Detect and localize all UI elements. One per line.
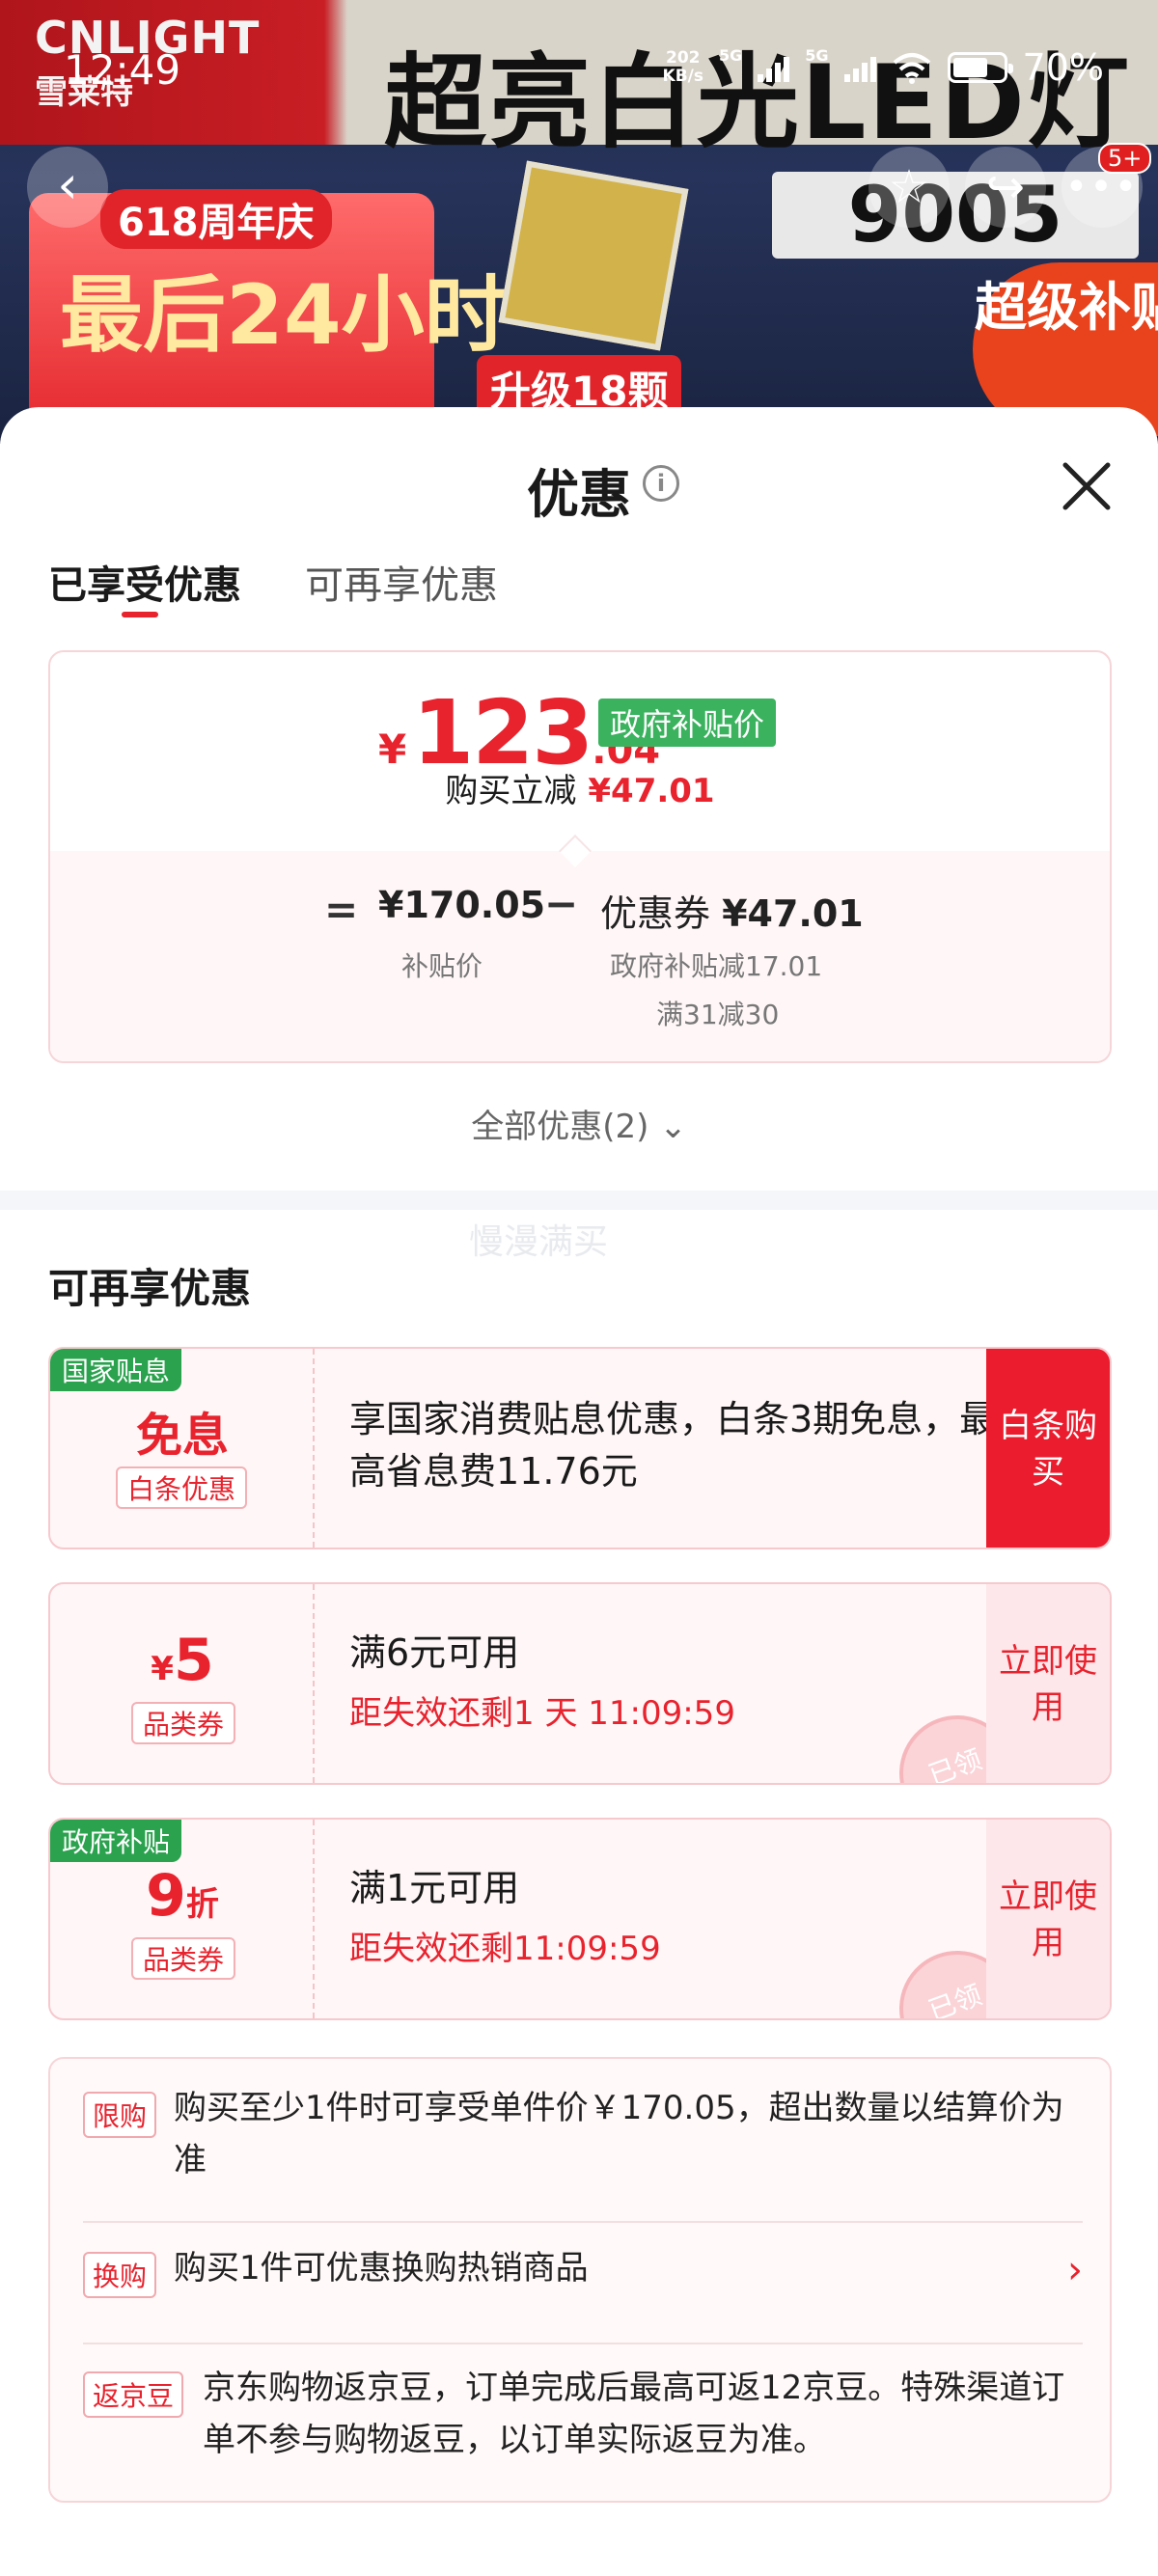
battery-icon (947, 52, 1013, 83)
coupon-currency: ¥ (151, 1650, 174, 1688)
instant-discount-amount: ¥47.01 (588, 772, 715, 810)
gov-subsidy-price-tag: 政府补贴价 (598, 699, 777, 747)
sheet-title: 优惠 (527, 464, 631, 525)
battery-percent: 70% (1022, 46, 1104, 89)
tab-available[interactable]: 可再享优惠 (305, 554, 498, 610)
net-speed-unit: KB/s (662, 67, 703, 86)
close-icon[interactable] (1054, 453, 1119, 519)
status-bar: 12:49 202 KB/s 5G 5G 70% (0, 0, 1158, 135)
coupon-type: 品类券 (131, 1937, 236, 1980)
signal-icon (758, 53, 790, 82)
status-time: 12:49 (64, 46, 181, 94)
tab-enjoyed[interactable]: 已享受优惠 (48, 554, 241, 610)
divider (83, 2221, 1083, 2223)
coupon-type: 品类券 (131, 1702, 236, 1744)
all-deals-toggle[interactable]: 全部优惠(2) ⌄ (0, 1100, 1158, 1147)
subsidy-base-price: ¥170.05 (378, 884, 546, 926)
notification-badge: 5+ (1098, 143, 1152, 174)
coupon-description: 满1元可用 (349, 1867, 520, 1909)
use-now-button[interactable]: 立即使用 (986, 1584, 1110, 1783)
chevron-down-icon: ⌄ (659, 1108, 687, 1146)
battery-fill (952, 58, 987, 77)
back-icon[interactable]: ‹ (27, 147, 108, 228)
info-text: 购买至少1件时可享受单件价￥170.05，超出数量以结算价为准 (174, 2089, 1064, 2179)
coupon-deduction-label: 优惠券 (600, 892, 711, 935)
coupon-corner-tag: 政府补贴 (50, 1820, 182, 1862)
watermark-text: 慢漫满买 (469, 1222, 609, 1262)
coupon-corner-tag: 国家贴息 (50, 1349, 182, 1391)
coupon-category-5: ¥5 品类券 满6元可用 距失效还剩1 天 11:09:59 已领 立即使用 (48, 1582, 1112, 1785)
coupon-discount: 9 (146, 1862, 186, 1930)
info-icon[interactable]: i (643, 465, 679, 502)
baitiao-buy-button[interactable]: 白条购买 (986, 1349, 1110, 1548)
info-tag: 返京豆 (83, 2371, 184, 2418)
price-formula-area (50, 851, 1110, 1061)
info-tag: 换购 (83, 2252, 157, 2298)
favorite-star-icon[interactable]: ☆ (868, 147, 950, 228)
coupon-description: 满6元可用 (349, 1631, 520, 1674)
signal-type-label: 5G (719, 46, 743, 65)
share-icon[interactable]: ↪ (965, 147, 1046, 228)
net-speed: 202 KB/s (663, 49, 703, 86)
signal-type-label-2: 5G (805, 46, 829, 65)
coupon-countdown: 距失效还剩1 天 11:09:59 (349, 1694, 735, 1733)
use-now-button[interactable]: 立即使用 (986, 1820, 1110, 2018)
coupon-left: 国家贴息 免息 白条优惠 (50, 1349, 315, 1548)
price-breakdown-card: ¥ 123 .04 政府补贴价 购买立减 ¥47.01 = ¥170.05 − 优… (48, 650, 1112, 1063)
info-row-exchange[interactable]: 换购 购买1件可优惠换购热销商品 › (83, 2248, 1083, 2306)
coupon-amount: 5 (173, 1627, 214, 1694)
instant-discount: 购买立减 ¥47.01 (50, 764, 1110, 811)
chevron-right-icon[interactable]: › (1067, 2248, 1083, 2292)
minus-sign: − (544, 880, 579, 927)
base-price-label: 补贴价 (401, 950, 483, 982)
coupon-interest-free: 国家贴息 免息 白条优惠 享国家消费贴息优惠，白条3期免息，最高省息费11.76… (48, 1347, 1112, 1549)
promo-main: 最后24小时 (60, 267, 508, 364)
section-title: 可再享优惠 (48, 1265, 252, 1312)
coupon-type: 白条优惠 (116, 1466, 248, 1509)
coupon-deduction-amount: ¥47.01 (722, 892, 864, 935)
coupon-value: 免息 (135, 1409, 229, 1463)
coupon-countdown: 距失效还剩11:09:59 (349, 1930, 661, 1968)
wifi-icon (893, 53, 930, 84)
tab-indicator (122, 612, 158, 617)
coupon-deduction: 优惠券 ¥47.01 (600, 884, 864, 937)
info-row-limit: 限购 购买至少1件时可享受单件价￥170.05，超出数量以结算价为准 (83, 2088, 1083, 2194)
gov-subsidy-detail: 政府补贴减17.01 (610, 950, 823, 982)
coupon-discount-unit: 折 (185, 1885, 219, 1924)
info-tag: 限购 (83, 2092, 157, 2138)
signal-icon-2 (843, 53, 876, 82)
info-row-jingdou: 返京豆 京东购物返京豆，订单完成后最高可返12京豆。特殊渠道订单不参与购物返豆，… (83, 2368, 1083, 2483)
coupon-description: 享国家消费贴息优惠，白条3期免息，最高省息费11.76元 (349, 1398, 997, 1493)
threshold-coupon-detail: 满31减30 (656, 999, 780, 1030)
instant-discount-label: 购买立减 (445, 772, 577, 810)
promo-tag: 618周年庆 (100, 189, 332, 249)
discount-sheet: 优惠 i 已享受优惠 可再享优惠 ¥ 123 .04 政府补贴价 购买立减 ¥47… (0, 407, 1158, 2576)
coupon-left: 政府补贴 9折 品类券 (50, 1820, 315, 2018)
all-deals-label: 全部优惠(2) (471, 1108, 649, 1146)
status-icons: 202 KB/s 5G 5G 70% (663, 46, 1104, 89)
info-text: 京东购物返京豆，订单完成后最高可返12京豆。特殊渠道订单不参与购物返豆，以订单实… (203, 2369, 1065, 2459)
led-chip-image (498, 160, 689, 351)
equals-sign: = (324, 886, 359, 933)
coupon-left: ¥5 品类券 (50, 1584, 315, 1783)
coupon-value: ¥5 (50, 1627, 315, 1694)
info-text: 购买1件可优惠换购热销商品 (174, 2249, 589, 2288)
net-speed-value: 202 (666, 48, 701, 68)
coupon-value: 9折 (50, 1862, 315, 1930)
purchase-info-box: 限购 购买至少1件时可享受单件价￥170.05，超出数量以结算价为准 换购 购买… (48, 2057, 1112, 2503)
section-divider (0, 1191, 1158, 1210)
divider (83, 2343, 1083, 2344)
coupon-category-discount: 政府补贴 9折 品类券 满1元可用 距失效还剩11:09:59 已领 立即使用 (48, 1818, 1112, 2020)
